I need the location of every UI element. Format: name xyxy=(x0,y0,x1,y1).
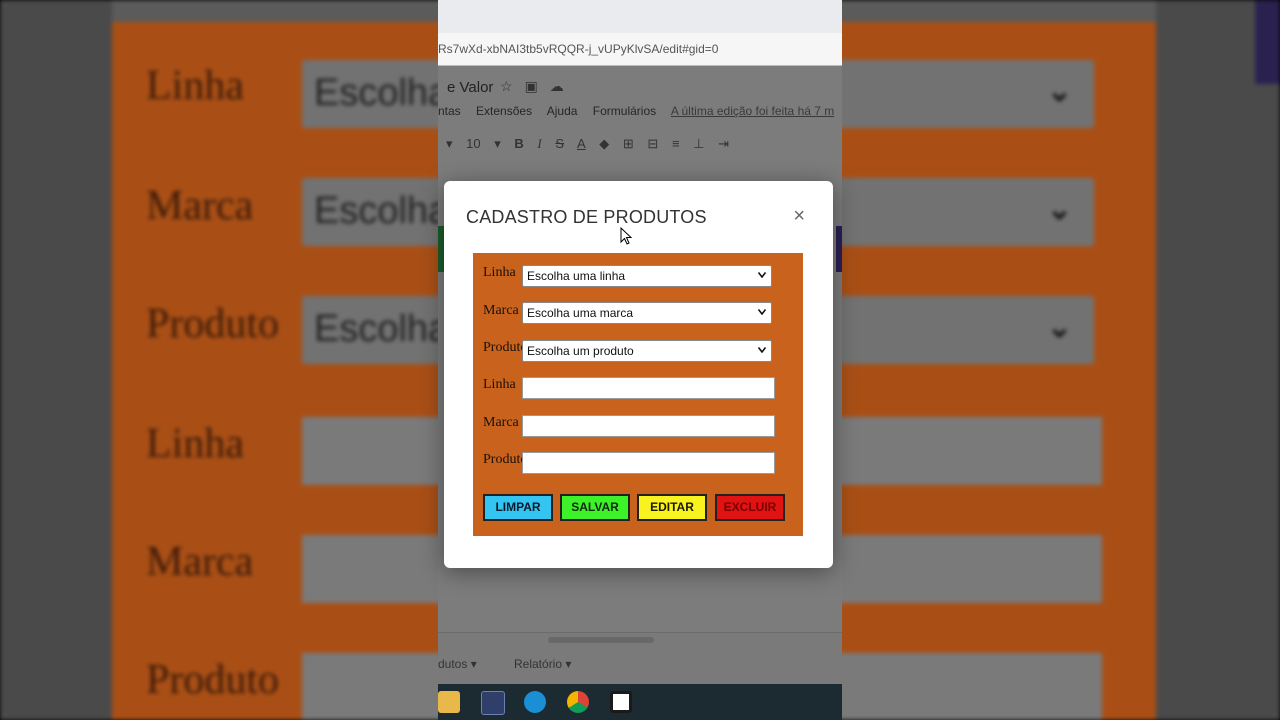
mouse-cursor-icon xyxy=(620,227,632,245)
bg-select-text: Escolha xyxy=(314,190,450,232)
calculator-icon[interactable] xyxy=(481,691,505,715)
bg-label-linha: Linha xyxy=(146,63,244,109)
camtasia-icon[interactable] xyxy=(610,691,632,713)
tab-produtos[interactable]: dutos ▾ xyxy=(438,657,477,671)
modal-title: CADASTRO DE PRODUTOS xyxy=(466,207,707,227)
valign-icon[interactable]: ⊥ xyxy=(693,136,704,151)
folder-icon[interactable]: ▣ xyxy=(525,78,550,94)
font-dropdown-icon[interactable]: ▾ xyxy=(446,136,453,151)
menu-item-help[interactable]: Ajuda xyxy=(547,104,578,118)
editar-button[interactable]: EDITAR xyxy=(637,494,707,521)
chevron-down-icon: ⌄ xyxy=(1046,311,1072,344)
last-edit-link[interactable]: A última edição foi feita há 7 m xyxy=(671,104,834,118)
chevron-down-icon: ⌄ xyxy=(1046,193,1072,226)
select-linha[interactable]: Escolha uma linha xyxy=(522,265,772,287)
url-text: Rs7wXd-xbNAI3tb5vRQQR-j_vUPyKlvSA/edit#g… xyxy=(438,42,719,56)
bg-left-dark xyxy=(0,0,112,720)
file-explorer-icon[interactable] xyxy=(438,691,460,713)
label-produto: Produto xyxy=(483,340,528,355)
address-bar[interactable]: Rs7wXd-xbNAI3tb5vRQQR-j_vUPyKlvSA/edit#g… xyxy=(438,33,842,66)
taskbar xyxy=(438,684,842,720)
tab-relatorio[interactable]: Relatório ▾ xyxy=(514,657,571,671)
text-color-icon[interactable]: A xyxy=(577,136,586,151)
chrome-icon[interactable] xyxy=(567,691,589,713)
bg-right-dark xyxy=(1156,0,1280,720)
menu-item-forms[interactable]: Formulários xyxy=(593,104,656,118)
bg-select-text: Escolha xyxy=(314,72,450,114)
font-size-dropdown-icon[interactable]: ▾ xyxy=(494,136,501,151)
chevron-down-icon xyxy=(758,272,766,278)
excluir-button[interactable]: EXCLUIR xyxy=(715,494,785,521)
select-produto[interactable]: Escolha um produto xyxy=(522,340,772,362)
wrap-icon[interactable]: ⇥ xyxy=(718,136,729,151)
label-marca: Marca xyxy=(483,303,519,318)
menu-bar: ntas Extensões Ajuda Formulários A últim… xyxy=(438,104,842,118)
label-produto-input: Produto xyxy=(483,452,528,467)
bg-label-produto: Produto xyxy=(146,301,280,347)
strikethrough-icon[interactable]: S xyxy=(555,136,564,151)
font-size[interactable]: 10 xyxy=(466,136,480,151)
select-marca[interactable]: Escolha uma marca xyxy=(522,302,772,324)
close-icon[interactable]: × xyxy=(793,206,805,226)
bg-purple-corner xyxy=(1255,0,1280,84)
menu-item-tools[interactable]: ntas xyxy=(438,104,461,118)
horizontal-scrollbar[interactable] xyxy=(548,637,654,643)
purple-edge xyxy=(836,226,842,272)
italic-icon[interactable]: I xyxy=(537,136,541,151)
fill-color-icon[interactable]: ◆ xyxy=(599,136,609,151)
label-linha: Linha xyxy=(483,265,516,280)
align-icon[interactable]: ≡ xyxy=(672,136,680,151)
bg-label-produto-2: Produto xyxy=(146,657,280,703)
product-modal: CADASTRO DE PRODUTOS × Linha Escolha uma… xyxy=(444,181,833,568)
bold-icon[interactable]: B xyxy=(514,136,523,151)
limpar-button[interactable]: LIMPAR xyxy=(483,494,553,521)
input-linha[interactable] xyxy=(522,377,775,399)
edge-icon[interactable] xyxy=(524,691,546,713)
chevron-down-icon xyxy=(758,309,766,315)
browser-tab-bar xyxy=(438,0,842,33)
title-icons: ☆▣☁ xyxy=(500,78,576,95)
chevron-down-icon xyxy=(758,347,766,353)
bg-label-marca-2: Marca xyxy=(146,539,254,585)
cloud-icon[interactable]: ☁ xyxy=(550,78,576,94)
sheet-tabs: dutos ▾ Relatório ▾ xyxy=(438,632,842,685)
toolbar: ▾ 10 ▾ B I S A ◆ ⊞ ⊟ ≡ ⊥ ⇥ xyxy=(446,136,739,152)
input-produto[interactable] xyxy=(522,452,775,474)
document-title[interactable]: e Valor xyxy=(447,79,493,96)
borders-icon[interactable]: ⊞ xyxy=(623,136,634,151)
bg-select-text: Escolha xyxy=(314,308,450,350)
label-marca-input: Marca xyxy=(483,415,519,430)
product-form: Linha Escolha uma linha Marca Escolha um… xyxy=(473,253,803,536)
salvar-button[interactable]: SALVAR xyxy=(560,494,630,521)
input-marca[interactable] xyxy=(522,415,775,437)
merge-icon[interactable]: ⊟ xyxy=(647,136,658,151)
star-icon[interactable]: ☆ xyxy=(500,78,525,94)
bg-label-linha-2: Linha xyxy=(146,421,244,467)
chevron-down-icon: ⌄ xyxy=(1046,75,1072,108)
bg-label-marca: Marca xyxy=(146,183,254,229)
label-linha-input: Linha xyxy=(483,377,516,392)
menu-item-extensions[interactable]: Extensões xyxy=(476,104,532,118)
